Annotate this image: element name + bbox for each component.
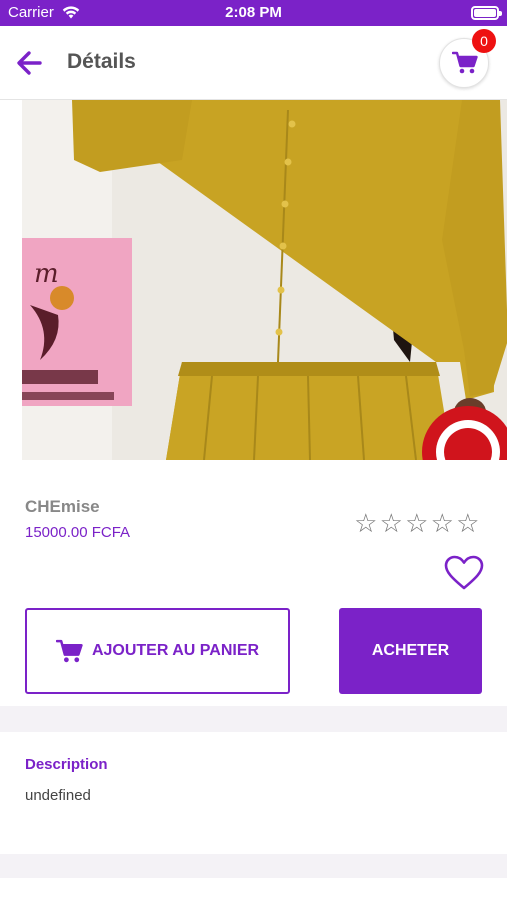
page-title: Détails xyxy=(67,50,136,73)
favorite-button[interactable] xyxy=(444,555,484,591)
status-time: 2:08 PM xyxy=(225,4,282,21)
star-icon[interactable]: ☆ xyxy=(430,508,456,539)
add-to-cart-button[interactable]: AJOUTER AU PANIER xyxy=(25,608,290,694)
battery-icon xyxy=(471,6,502,20)
star-icon[interactable]: ☆ xyxy=(404,508,430,539)
heart-icon xyxy=(444,555,484,590)
star-icon[interactable]: ☆ xyxy=(379,508,405,539)
header: Détails xyxy=(0,26,507,100)
cart-icon xyxy=(452,51,478,74)
arrow-left-icon xyxy=(17,51,42,75)
svg-text:m: m xyxy=(34,259,59,289)
star-icon[interactable]: ☆ xyxy=(353,508,379,539)
description-title: Description xyxy=(25,756,108,773)
product-price: 15000.00 FCFA xyxy=(25,524,131,541)
section-divider xyxy=(0,854,507,878)
product-name: CHEmise xyxy=(25,497,100,516)
section-divider xyxy=(0,706,507,732)
buy-button[interactable]: ACHETER xyxy=(339,608,482,694)
product-image: m xyxy=(22,100,507,460)
star-icon[interactable]: ☆ xyxy=(455,508,481,539)
cart-icon xyxy=(55,639,83,662)
star-rating[interactable]: ☆☆☆☆☆ xyxy=(353,508,481,539)
cart-count-badge: 0 xyxy=(472,29,496,53)
add-to-cart-label: AJOUTER AU PANIER xyxy=(91,642,260,659)
status-bar: Carrier 2:08 PM xyxy=(0,0,507,26)
description-text: undefined xyxy=(25,787,91,804)
back-button[interactable] xyxy=(14,49,46,77)
buy-label: ACHETER xyxy=(371,642,450,659)
